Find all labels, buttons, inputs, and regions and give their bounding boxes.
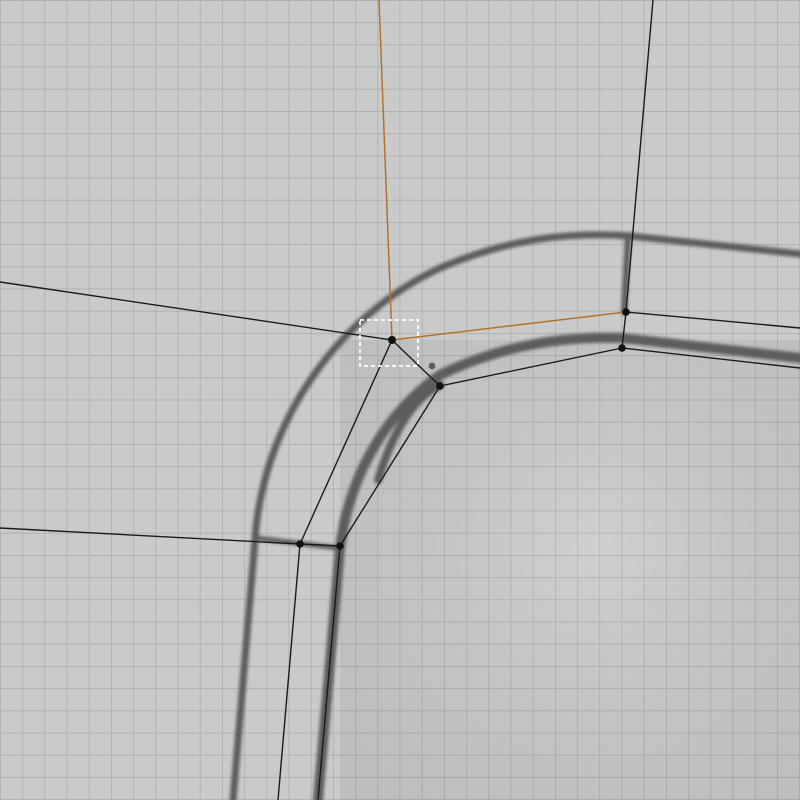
active-vertex[interactable] (388, 336, 396, 344)
mesh-vertex[interactable] (618, 344, 626, 352)
mesh-vertex[interactable] (296, 540, 304, 548)
reference-dot (428, 362, 436, 370)
mesh-vertex[interactable] (622, 308, 630, 316)
mesh-vertex[interactable] (336, 542, 344, 550)
viewport-canvas[interactable] (0, 0, 800, 800)
mesh-vertex[interactable] (436, 382, 444, 390)
3d-viewport[interactable] (0, 0, 800, 800)
